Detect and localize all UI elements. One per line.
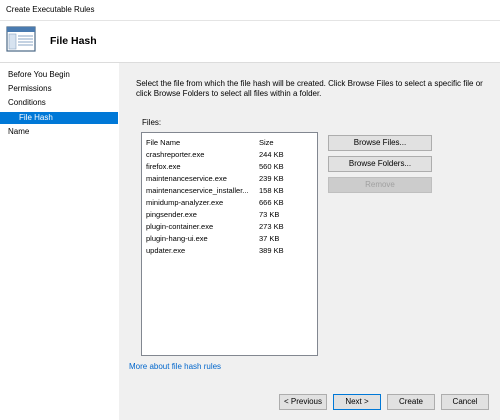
file-list-header: File Name Size <box>142 136 317 148</box>
file-size: 389 KB <box>259 246 284 255</box>
instructions-text: Select the file from which the file hash… <box>136 79 483 98</box>
nav-item-conditions[interactable]: Conditions <box>0 97 118 109</box>
file-list[interactable]: File Name Size crashreporter.exe 244 KB f… <box>141 132 318 356</box>
column-header-file-name[interactable]: File Name <box>146 138 180 147</box>
more-about-file-hash-link[interactable]: More about file hash rules <box>129 362 221 371</box>
file-name: maintenanceservice.exe <box>146 174 227 183</box>
file-row[interactable]: maintenanceservice.exe 239 KB <box>142 173 317 185</box>
wizard-nav: Before You Begin Permissions Conditions … <box>0 63 118 420</box>
nav-item-name[interactable]: Name <box>0 126 118 138</box>
file-row[interactable]: plugin-hang-ui.exe 37 KB <box>142 233 317 245</box>
previous-button[interactable]: < Previous <box>279 394 327 410</box>
file-row[interactable]: crashreporter.exe 244 KB <box>142 149 317 161</box>
file-row[interactable]: plugin-container.exe 273 KB <box>142 221 317 233</box>
create-button[interactable]: Create <box>387 394 435 410</box>
wizard-header: File Hash <box>0 21 500 63</box>
file-name: updater.exe <box>146 246 186 255</box>
file-name: pingsender.exe <box>146 210 197 219</box>
file-size: 666 KB <box>259 198 284 207</box>
nav-item-label: Conditions <box>8 98 46 107</box>
nav-item-label: Before You Begin <box>8 70 70 79</box>
file-size: 244 KB <box>259 150 284 159</box>
file-row[interactable]: updater.exe 389 KB <box>142 245 317 257</box>
remove-button[interactable]: Remove <box>328 177 432 193</box>
nav-item-label: Permissions <box>8 84 52 93</box>
window-title: Create Executable Rules <box>6 5 95 14</box>
file-size: 560 KB <box>259 162 284 171</box>
column-header-size[interactable]: Size <box>259 138 274 147</box>
nav-item-file-hash[interactable]: File Hash <box>0 112 118 124</box>
nav-item-label: Name <box>8 127 30 136</box>
browse-files-button[interactable]: Browse Files... <box>328 135 432 151</box>
title-bar: Create Executable Rules <box>0 0 500 21</box>
file-size: 273 KB <box>259 222 284 231</box>
file-row[interactable]: pingsender.exe 73 KB <box>142 209 317 221</box>
nav-item-permissions[interactable]: Permissions <box>0 83 118 95</box>
file-name: plugin-container.exe <box>146 222 214 231</box>
files-label: Files: <box>142 118 162 127</box>
file-name: firefox.exe <box>146 162 181 171</box>
file-size: 73 KB <box>259 210 280 219</box>
file-name: maintenanceservice_installer... <box>146 186 249 195</box>
nav-item-before-you-begin[interactable]: Before You Begin <box>0 69 118 81</box>
file-name: plugin-hang-ui.exe <box>146 234 208 243</box>
browse-folders-button[interactable]: Browse Folders... <box>328 156 432 172</box>
file-name: minidump-analyzer.exe <box>146 198 224 207</box>
file-size: 37 KB <box>259 234 280 243</box>
file-row[interactable]: maintenanceservice_installer... 158 KB <box>142 185 317 197</box>
file-row[interactable]: firefox.exe 560 KB <box>142 161 317 173</box>
next-button[interactable]: Next > <box>333 394 381 410</box>
file-size: 239 KB <box>259 174 284 183</box>
file-size: 158 KB <box>259 186 284 195</box>
cancel-button[interactable]: Cancel <box>441 394 489 410</box>
window-list-icon <box>6 26 36 52</box>
nav-item-label: File Hash <box>19 113 53 122</box>
page-title: File Hash <box>50 35 97 47</box>
file-row[interactable]: minidump-analyzer.exe 666 KB <box>142 197 317 209</box>
wizard-content: Select the file from which the file hash… <box>119 63 500 420</box>
file-name: crashreporter.exe <box>146 150 205 159</box>
